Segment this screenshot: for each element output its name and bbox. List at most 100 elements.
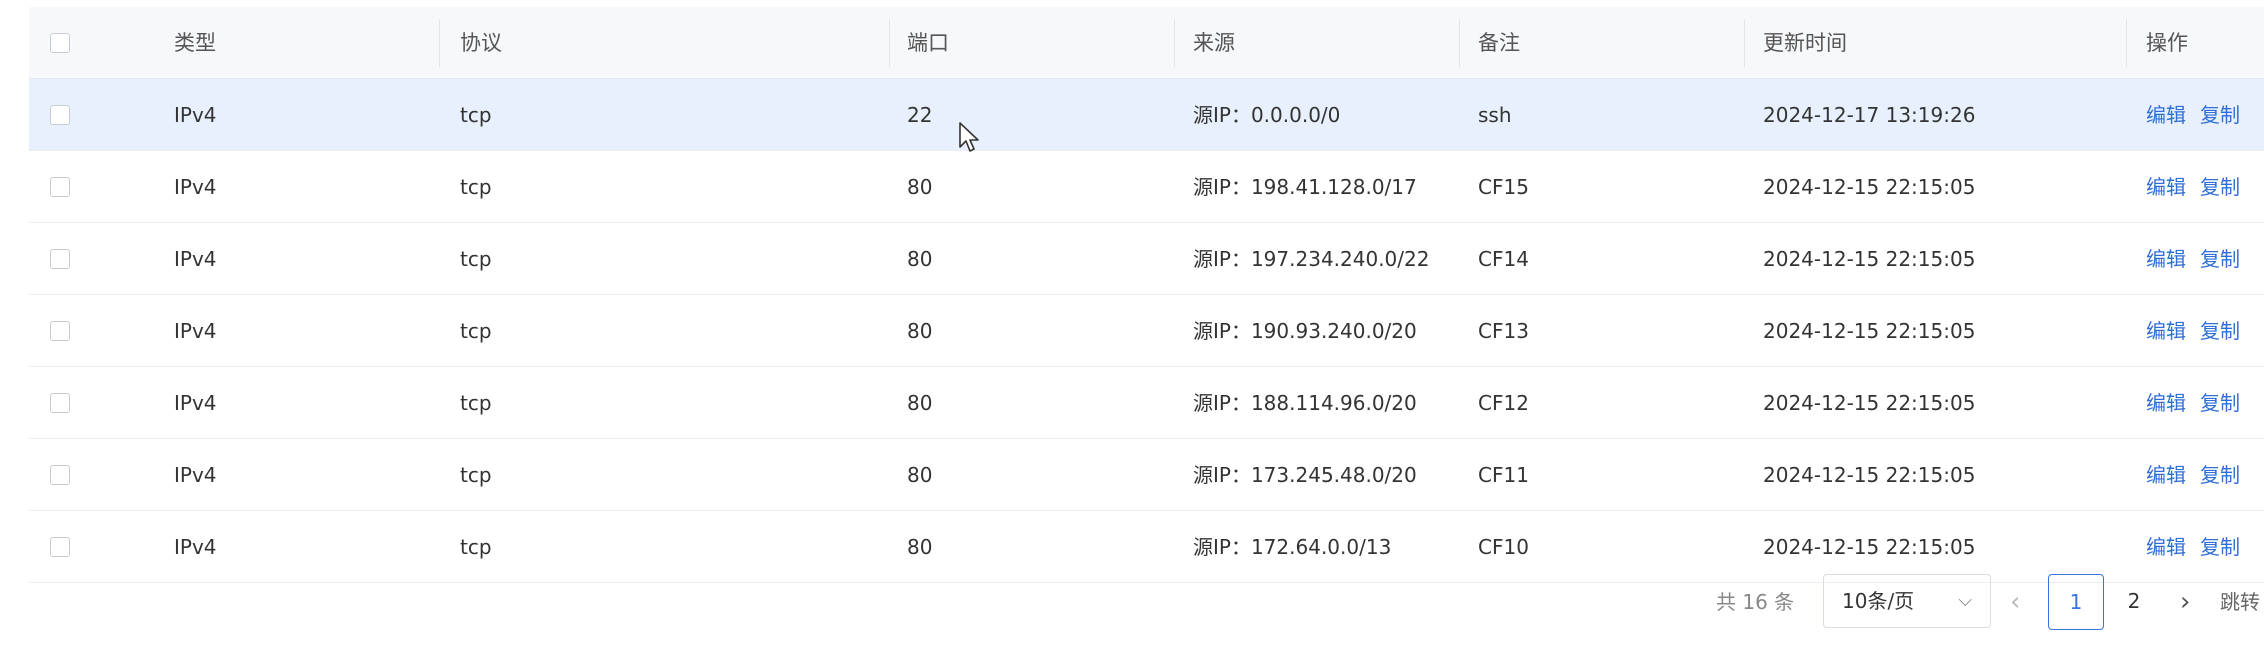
cell-actions: 编辑 复制 <box>2146 295 2240 367</box>
column-divider[interactable] <box>1174 19 1175 67</box>
copy-link[interactable]: 复制 <box>2200 319 2240 343</box>
page-size-value: 10条/页 <box>1842 589 1915 613</box>
cell-port: 80 <box>907 535 933 559</box>
copy-link[interactable]: 复制 <box>2200 463 2240 487</box>
copy-link[interactable]: 复制 <box>2200 175 2240 199</box>
header-actions: 操作 <box>2146 31 2188 55</box>
row-checkbox[interactable] <box>50 177 70 197</box>
cell-actions: 编辑 复制 <box>2146 79 2240 151</box>
edit-link[interactable]: 编辑 <box>2146 391 2186 415</box>
cell-port: 80 <box>907 319 933 343</box>
header-type[interactable]: 类型 <box>174 7 216 79</box>
cell-protocol: tcp <box>460 463 492 487</box>
cell-source: 源IP：188.114.96.0/20 <box>1193 391 1417 415</box>
header-port[interactable]: 端口 <box>907 7 949 79</box>
cell-updated: 2024-12-15 22:15:05 <box>1763 463 1976 487</box>
cell-note: CF15 <box>1478 175 1529 199</box>
row-checkbox[interactable] <box>50 249 70 269</box>
copy-link[interactable]: 复制 <box>2200 391 2240 415</box>
header-protocol[interactable]: 协议 <box>460 7 502 79</box>
edit-link[interactable]: 编辑 <box>2146 535 2186 559</box>
cell-updated: 2024-12-15 22:15:05 <box>1763 535 1976 559</box>
table-row[interactable]: IPv4 tcp 80 源IP：173.245.48.0/20 CF11 2024-12-… <box>29 439 2264 511</box>
chevron-left-icon[interactable]: ‹ <box>2010 574 2020 630</box>
cell-source: 源IP：172.64.0.0/13 <box>1193 535 1392 559</box>
pagination: 共 16 条 10条/页 ⌵ ‹ 1 2 › 跳转 <box>1700 574 2264 630</box>
cell-protocol: tcp <box>460 103 492 127</box>
cell-port: 22 <box>907 103 933 127</box>
select-all-checkbox[interactable] <box>50 33 70 53</box>
cell-note: ssh <box>1478 103 1512 127</box>
chevron-right-icon[interactable]: › <box>2180 574 2190 630</box>
cell-actions: 编辑 复制 <box>2146 223 2240 295</box>
table-row[interactable]: IPv4 tcp 80 源IP：188.114.96.0/20 CF12 2024-12-… <box>29 367 2264 439</box>
cell-protocol: tcp <box>460 535 492 559</box>
cell-actions: 编辑 复制 <box>2146 439 2240 511</box>
cell-note: CF14 <box>1478 247 1529 271</box>
cell-source: 源IP：197.234.240.0/22 <box>1193 247 1430 271</box>
cell-updated: 2024-12-17 13:19:26 <box>1763 103 1976 127</box>
header-updated[interactable]: 更新时间 <box>1763 7 1847 79</box>
cell-source: 源IP：198.41.128.0/17 <box>1193 175 1417 199</box>
cell-protocol: tcp <box>460 247 492 271</box>
copy-link[interactable]: 复制 <box>2200 535 2240 559</box>
row-checkbox[interactable] <box>50 393 70 413</box>
table-row[interactable]: IPv4 tcp 80 源IP：172.64.0.0/13 CF10 2024-12-15… <box>29 511 2264 583</box>
cell-updated: 2024-12-15 22:15:05 <box>1763 247 1976 271</box>
cell-updated: 2024-12-15 22:15:05 <box>1763 391 1976 415</box>
cell-note: CF10 <box>1478 535 1529 559</box>
row-checkbox[interactable] <box>50 465 70 485</box>
edit-link[interactable]: 编辑 <box>2146 103 2186 127</box>
table-header: 类型 协议 端口 来源 备注 更新时间 操作 <box>29 7 2264 79</box>
cell-type: IPv4 <box>174 175 217 199</box>
mouse-cursor-icon <box>959 122 979 152</box>
edit-link[interactable]: 编辑 <box>2146 175 2186 199</box>
column-divider[interactable] <box>889 19 890 67</box>
cell-updated: 2024-12-15 22:15:05 <box>1763 319 1976 343</box>
cell-port: 80 <box>907 247 933 271</box>
copy-link[interactable]: 复制 <box>2200 103 2240 127</box>
cell-actions: 编辑 复制 <box>2146 151 2240 223</box>
cell-port: 80 <box>907 463 933 487</box>
cell-actions: 编辑 复制 <box>2146 511 2240 583</box>
header-note[interactable]: 备注 <box>1478 7 1520 79</box>
column-divider[interactable] <box>2126 19 2127 67</box>
table-row[interactable]: IPv4 tcp 80 源IP：197.234.240.0/22 CF14 2024-12… <box>29 223 2264 295</box>
table-row[interactable]: IPv4 tcp 80 源IP：198.41.128.0/17 CF15 2024-12-… <box>29 151 2264 223</box>
row-checkbox[interactable] <box>50 321 70 341</box>
total-count: 共 16 条 <box>1716 590 1795 614</box>
cell-protocol: tcp <box>460 391 492 415</box>
table-row[interactable]: IPv4 tcp 22 源IP：0.0.0.0/0 ssh 2024-12-17 13:1… <box>29 79 2264 151</box>
cell-protocol: tcp <box>460 175 492 199</box>
cell-source: 源IP：190.93.240.0/20 <box>1193 319 1417 343</box>
column-divider[interactable] <box>1744 19 1745 67</box>
cell-note: CF13 <box>1478 319 1529 343</box>
page-2-button[interactable]: 2 <box>2106 574 2162 630</box>
jump-to-page-label: 跳转 <box>2220 590 2260 614</box>
cell-type: IPv4 <box>174 535 217 559</box>
cell-type: IPv4 <box>174 247 217 271</box>
page-1-button[interactable]: 1 <box>2048 574 2104 630</box>
cell-note: CF11 <box>1478 463 1529 487</box>
cell-actions: 编辑 复制 <box>2146 367 2240 439</box>
cell-type: IPv4 <box>174 319 217 343</box>
column-divider[interactable] <box>1459 19 1460 67</box>
cell-protocol: tcp <box>460 319 492 343</box>
copy-link[interactable]: 复制 <box>2200 247 2240 271</box>
cell-type: IPv4 <box>174 463 217 487</box>
page-size-select[interactable]: 10条/页 ⌵ <box>1823 574 1991 628</box>
edit-link[interactable]: 编辑 <box>2146 463 2186 487</box>
row-checkbox[interactable] <box>50 537 70 557</box>
edit-link[interactable]: 编辑 <box>2146 319 2186 343</box>
cell-source: 源IP：173.245.48.0/20 <box>1193 463 1417 487</box>
cell-type: IPv4 <box>174 103 217 127</box>
cell-source: 源IP：0.0.0.0/0 <box>1193 103 1341 127</box>
cell-type: IPv4 <box>174 391 217 415</box>
cell-port: 80 <box>907 175 933 199</box>
column-divider[interactable] <box>439 19 440 67</box>
chevron-down-icon: ⌵ <box>1958 590 1972 611</box>
header-source[interactable]: 来源 <box>1193 7 1235 79</box>
edit-link[interactable]: 编辑 <box>2146 247 2186 271</box>
table-row[interactable]: IPv4 tcp 80 源IP：190.93.240.0/20 CF13 2024-12-… <box>29 295 2264 367</box>
row-checkbox[interactable] <box>50 105 70 125</box>
